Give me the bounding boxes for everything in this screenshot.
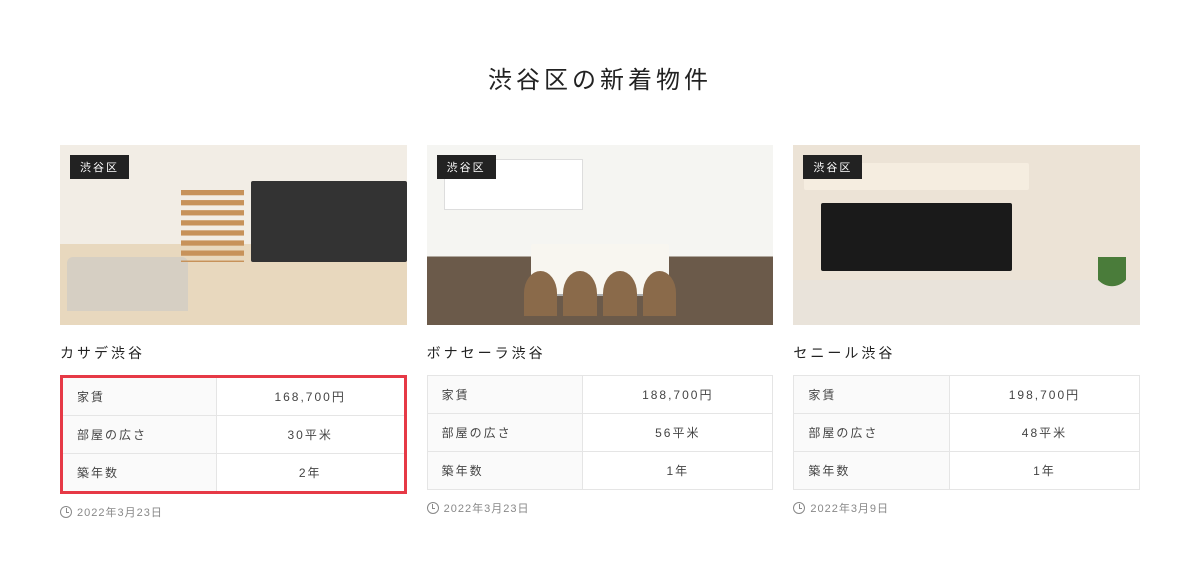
table-row: 家賃 168,700円 <box>62 377 406 416</box>
spec-value-size: 48平米 <box>949 414 1139 452</box>
location-badge: 渋谷区 <box>437 155 496 179</box>
location-badge: 渋谷区 <box>803 155 862 179</box>
spec-label-size: 部屋の広さ <box>794 414 950 452</box>
spec-value-size: 30平米 <box>216 416 405 454</box>
table-row: 家賃 198,700円 <box>794 376 1140 414</box>
listing-title[interactable]: セニール渋谷 <box>793 343 1140 363</box>
spec-label-size: 部屋の広さ <box>427 414 583 452</box>
table-row: 部屋の広さ 48平米 <box>794 414 1140 452</box>
clock-icon <box>427 502 439 514</box>
listing-card[interactable]: 渋谷区 カサデ渋谷 家賃 168,700円 部屋の広さ 30平米 築年数 2年 … <box>60 145 407 520</box>
table-row: 家賃 188,700円 <box>427 376 773 414</box>
spec-label-rent: 家賃 <box>427 376 583 414</box>
listing-title[interactable]: ボナセーラ渋谷 <box>427 343 774 363</box>
clock-icon <box>793 502 805 514</box>
listing-card[interactable]: 渋谷区 ボナセーラ渋谷 家賃 188,700円 部屋の広さ 56平米 築年数 1… <box>427 145 774 520</box>
spec-label-age: 築年数 <box>427 452 583 490</box>
spec-label-age: 築年数 <box>62 454 217 493</box>
spec-table: 家賃 188,700円 部屋の広さ 56平米 築年数 1年 <box>427 375 774 490</box>
listing-date: 2022年3月9日 <box>793 500 1140 516</box>
listing-card[interactable]: 渋谷区 セニール渋谷 家賃 198,700円 部屋の広さ 48平米 築年数 1年… <box>793 145 1140 520</box>
spec-table: 家賃 168,700円 部屋の広さ 30平米 築年数 2年 <box>60 375 407 494</box>
clock-icon <box>60 506 72 518</box>
listing-date: 2022年3月23日 <box>427 500 774 516</box>
date-text: 2022年3月23日 <box>444 500 530 516</box>
listing-title[interactable]: カサデ渋谷 <box>60 343 407 363</box>
spec-value-age: 1年 <box>949 452 1139 490</box>
listing-cards: 渋谷区 カサデ渋谷 家賃 168,700円 部屋の広さ 30平米 築年数 2年 … <box>60 145 1140 520</box>
spec-label-rent: 家賃 <box>794 376 950 414</box>
table-row: 築年数 1年 <box>427 452 773 490</box>
spec-value-rent: 188,700円 <box>583 376 773 414</box>
spec-table: 家賃 198,700円 部屋の広さ 48平米 築年数 1年 <box>793 375 1140 490</box>
listing-image[interactable]: 渋谷区 <box>793 145 1140 325</box>
table-row: 部屋の広さ 30平米 <box>62 416 406 454</box>
table-row: 築年数 2年 <box>62 454 406 493</box>
spec-value-rent: 168,700円 <box>216 377 405 416</box>
table-row: 築年数 1年 <box>794 452 1140 490</box>
spec-value-age: 1年 <box>583 452 773 490</box>
listing-image[interactable]: 渋谷区 <box>427 145 774 325</box>
listing-image[interactable]: 渋谷区 <box>60 145 407 325</box>
spec-label-rent: 家賃 <box>62 377 217 416</box>
table-row: 部屋の広さ 56平米 <box>427 414 773 452</box>
page-title: 渋谷区の新着物件 <box>60 60 1140 95</box>
spec-value-size: 56平米 <box>583 414 773 452</box>
spec-label-size: 部屋の広さ <box>62 416 217 454</box>
spec-value-age: 2年 <box>216 454 405 493</box>
date-text: 2022年3月23日 <box>77 504 163 520</box>
listing-date: 2022年3月23日 <box>60 504 407 520</box>
spec-value-rent: 198,700円 <box>949 376 1139 414</box>
location-badge: 渋谷区 <box>70 155 129 179</box>
spec-label-age: 築年数 <box>794 452 950 490</box>
date-text: 2022年3月9日 <box>810 500 889 516</box>
